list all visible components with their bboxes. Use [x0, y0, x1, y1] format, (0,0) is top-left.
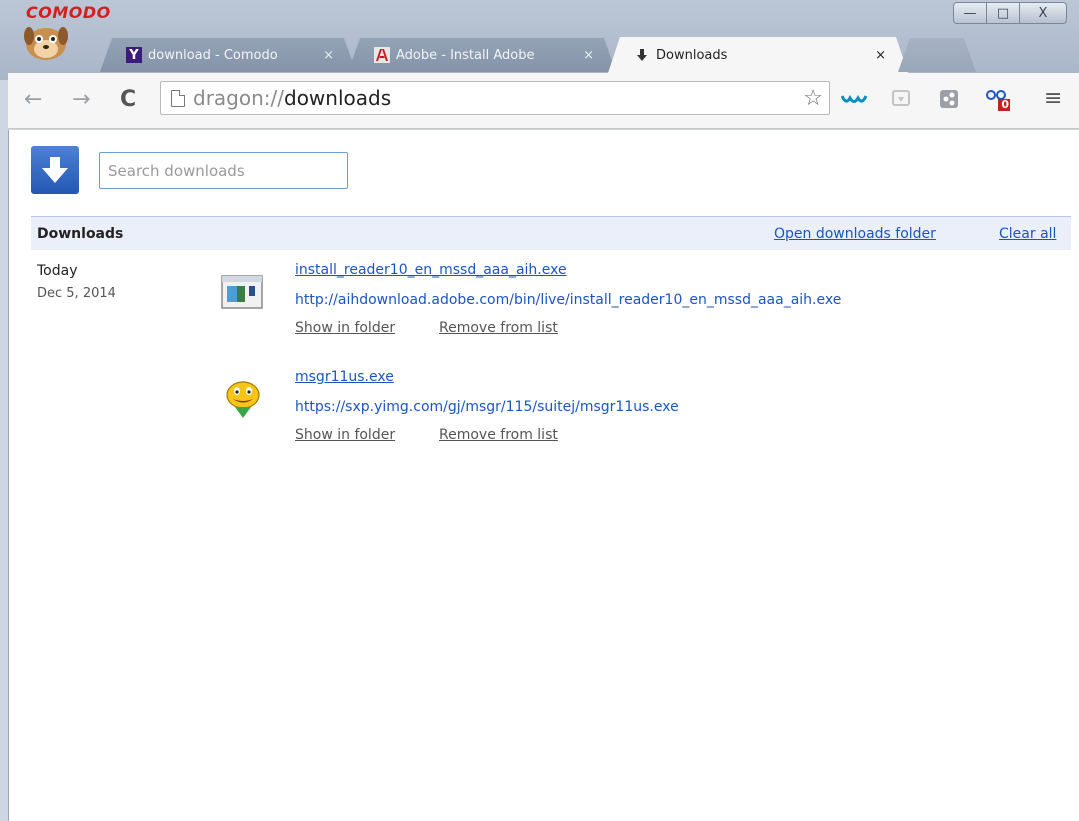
- reload-icon[interactable]: C: [120, 89, 136, 111]
- page-icon: [171, 89, 185, 107]
- bookmark-star-icon[interactable]: ☆: [803, 86, 823, 111]
- yahoo-icon: Y: [126, 47, 142, 63]
- minimize-button[interactable]: —: [953, 2, 987, 24]
- dragon-mascot-icon[interactable]: [22, 22, 70, 62]
- new-tab-button[interactable]: [898, 38, 976, 72]
- window-controls: — □ X: [953, 2, 1067, 24]
- comodo-extension-icon[interactable]: [838, 87, 874, 111]
- remove-from-list-link[interactable]: Remove from list: [439, 427, 558, 443]
- clear-all-link[interactable]: Clear all: [999, 226, 1056, 242]
- window-titlebar: COMODO — □ X Y download - Comodo × Adobe…: [0, 0, 1079, 80]
- download-source-url[interactable]: http://aihdownload.adobe.com/bin/live/in…: [295, 292, 841, 308]
- open-downloads-folder-link[interactable]: Open downloads folder: [774, 226, 936, 242]
- url-scheme: dragon://: [193, 86, 284, 110]
- tab-title: download - Comodo: [148, 47, 278, 63]
- download-filename-link[interactable]: msgr11us.exe: [295, 369, 394, 385]
- show-in-folder-link[interactable]: Show in folder: [295, 320, 395, 336]
- maximize-button[interactable]: □: [986, 2, 1020, 24]
- address-bar[interactable]: dragon://downloads ☆: [160, 81, 830, 115]
- installer-file-icon: [221, 275, 263, 309]
- tab-close-icon[interactable]: ×: [875, 48, 886, 63]
- comodo-brand: COMODO: [26, 3, 111, 22]
- download-source-url[interactable]: https://sxp.yimg.com/gj/msgr/115/suitej/…: [295, 399, 679, 415]
- forward-icon[interactable]: →: [72, 89, 90, 111]
- downloads-header: Downloads Open downloads folder Clear al…: [31, 216, 1071, 250]
- share-extension-icon[interactable]: [934, 87, 964, 111]
- tab-close-icon[interactable]: ×: [323, 48, 334, 63]
- tab-close-icon[interactable]: ×: [583, 48, 594, 63]
- cloud-extension-icon[interactable]: 0: [980, 87, 1016, 111]
- tab-adobe-install[interactable]: Adobe - Install Adobe ×: [348, 38, 616, 72]
- url-host: downloads: [284, 86, 392, 110]
- tab-yahoo-download[interactable]: Y download - Comodo ×: [100, 38, 356, 72]
- browser-toolbar: ← → C dragon://downloads ☆ 0 ≡: [8, 73, 1079, 129]
- download-arrow-icon: [634, 47, 650, 63]
- close-icon: X: [1038, 5, 1048, 21]
- downloads-logo-icon: [31, 146, 79, 194]
- tab-downloads[interactable]: Downloads ×: [608, 37, 908, 73]
- tab-title: Adobe - Install Adobe: [396, 47, 535, 63]
- adobe-icon: [374, 47, 390, 63]
- downloads-title: Downloads: [37, 226, 124, 242]
- messenger-file-icon: [226, 381, 260, 418]
- tab-title: Downloads: [656, 47, 728, 63]
- menu-icon[interactable]: ≡: [1044, 88, 1062, 110]
- download-item: msgr11us.exe https://sxp.yimg.com/gj/msg…: [221, 369, 1021, 459]
- back-icon[interactable]: ←: [24, 89, 42, 111]
- download-item: install_reader10_en_mssd_aaa_aih.exe htt…: [221, 262, 1021, 352]
- maximize-icon: □: [996, 5, 1010, 21]
- extension-badge: 0: [1001, 98, 1009, 111]
- download-filename-link[interactable]: install_reader10_en_mssd_aaa_aih.exe: [295, 262, 567, 278]
- show-in-folder-link[interactable]: Show in folder: [295, 427, 395, 443]
- minimize-icon: —: [963, 5, 977, 21]
- date-value: Dec 5, 2014: [37, 286, 116, 301]
- close-window-button[interactable]: X: [1019, 2, 1067, 24]
- search-downloads-input[interactable]: [99, 152, 348, 189]
- date-label: Today: [37, 263, 78, 279]
- downloads-page: Downloads Open downloads folder Clear al…: [8, 130, 1079, 821]
- remove-from-list-link[interactable]: Remove from list: [439, 320, 558, 336]
- download-extension-icon[interactable]: [886, 87, 916, 111]
